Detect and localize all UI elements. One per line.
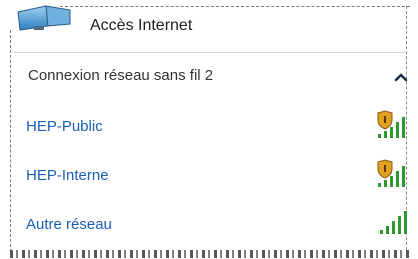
network-item-hep-interne[interactable]: HEP-Interne bbox=[14, 159, 406, 193]
section-label: Connexion réseau sans fil 2 bbox=[28, 67, 214, 84]
network-monitor-icon bbox=[17, 5, 71, 31]
wireless-connection-section[interactable]: Connexion réseau sans fil 2 bbox=[14, 62, 408, 90]
network-name: HEP-Interne bbox=[26, 167, 109, 184]
secured-signal-icon bbox=[377, 159, 405, 187]
header-divider bbox=[14, 52, 406, 53]
signal-strength-icon bbox=[380, 211, 407, 234]
panel-header: Accès Internet bbox=[0, 0, 406, 52]
header-title: Accès Internet bbox=[90, 17, 193, 34]
wifi-flyout-panel: Accès Internet Connexion réseau sans fil… bbox=[0, 0, 418, 259]
network-item-autre-reseau[interactable]: Autre réseau bbox=[14, 208, 407, 242]
network-item-hep-public[interactable]: HEP-Public bbox=[14, 110, 406, 144]
network-name: HEP-Public bbox=[26, 118, 103, 135]
secured-signal-icon bbox=[377, 110, 405, 138]
torn-edge-bottom bbox=[10, 250, 410, 258]
network-name: Autre réseau bbox=[26, 216, 112, 233]
chevron-up-icon[interactable] bbox=[394, 71, 408, 83]
torn-edge-left bbox=[10, 30, 11, 252]
